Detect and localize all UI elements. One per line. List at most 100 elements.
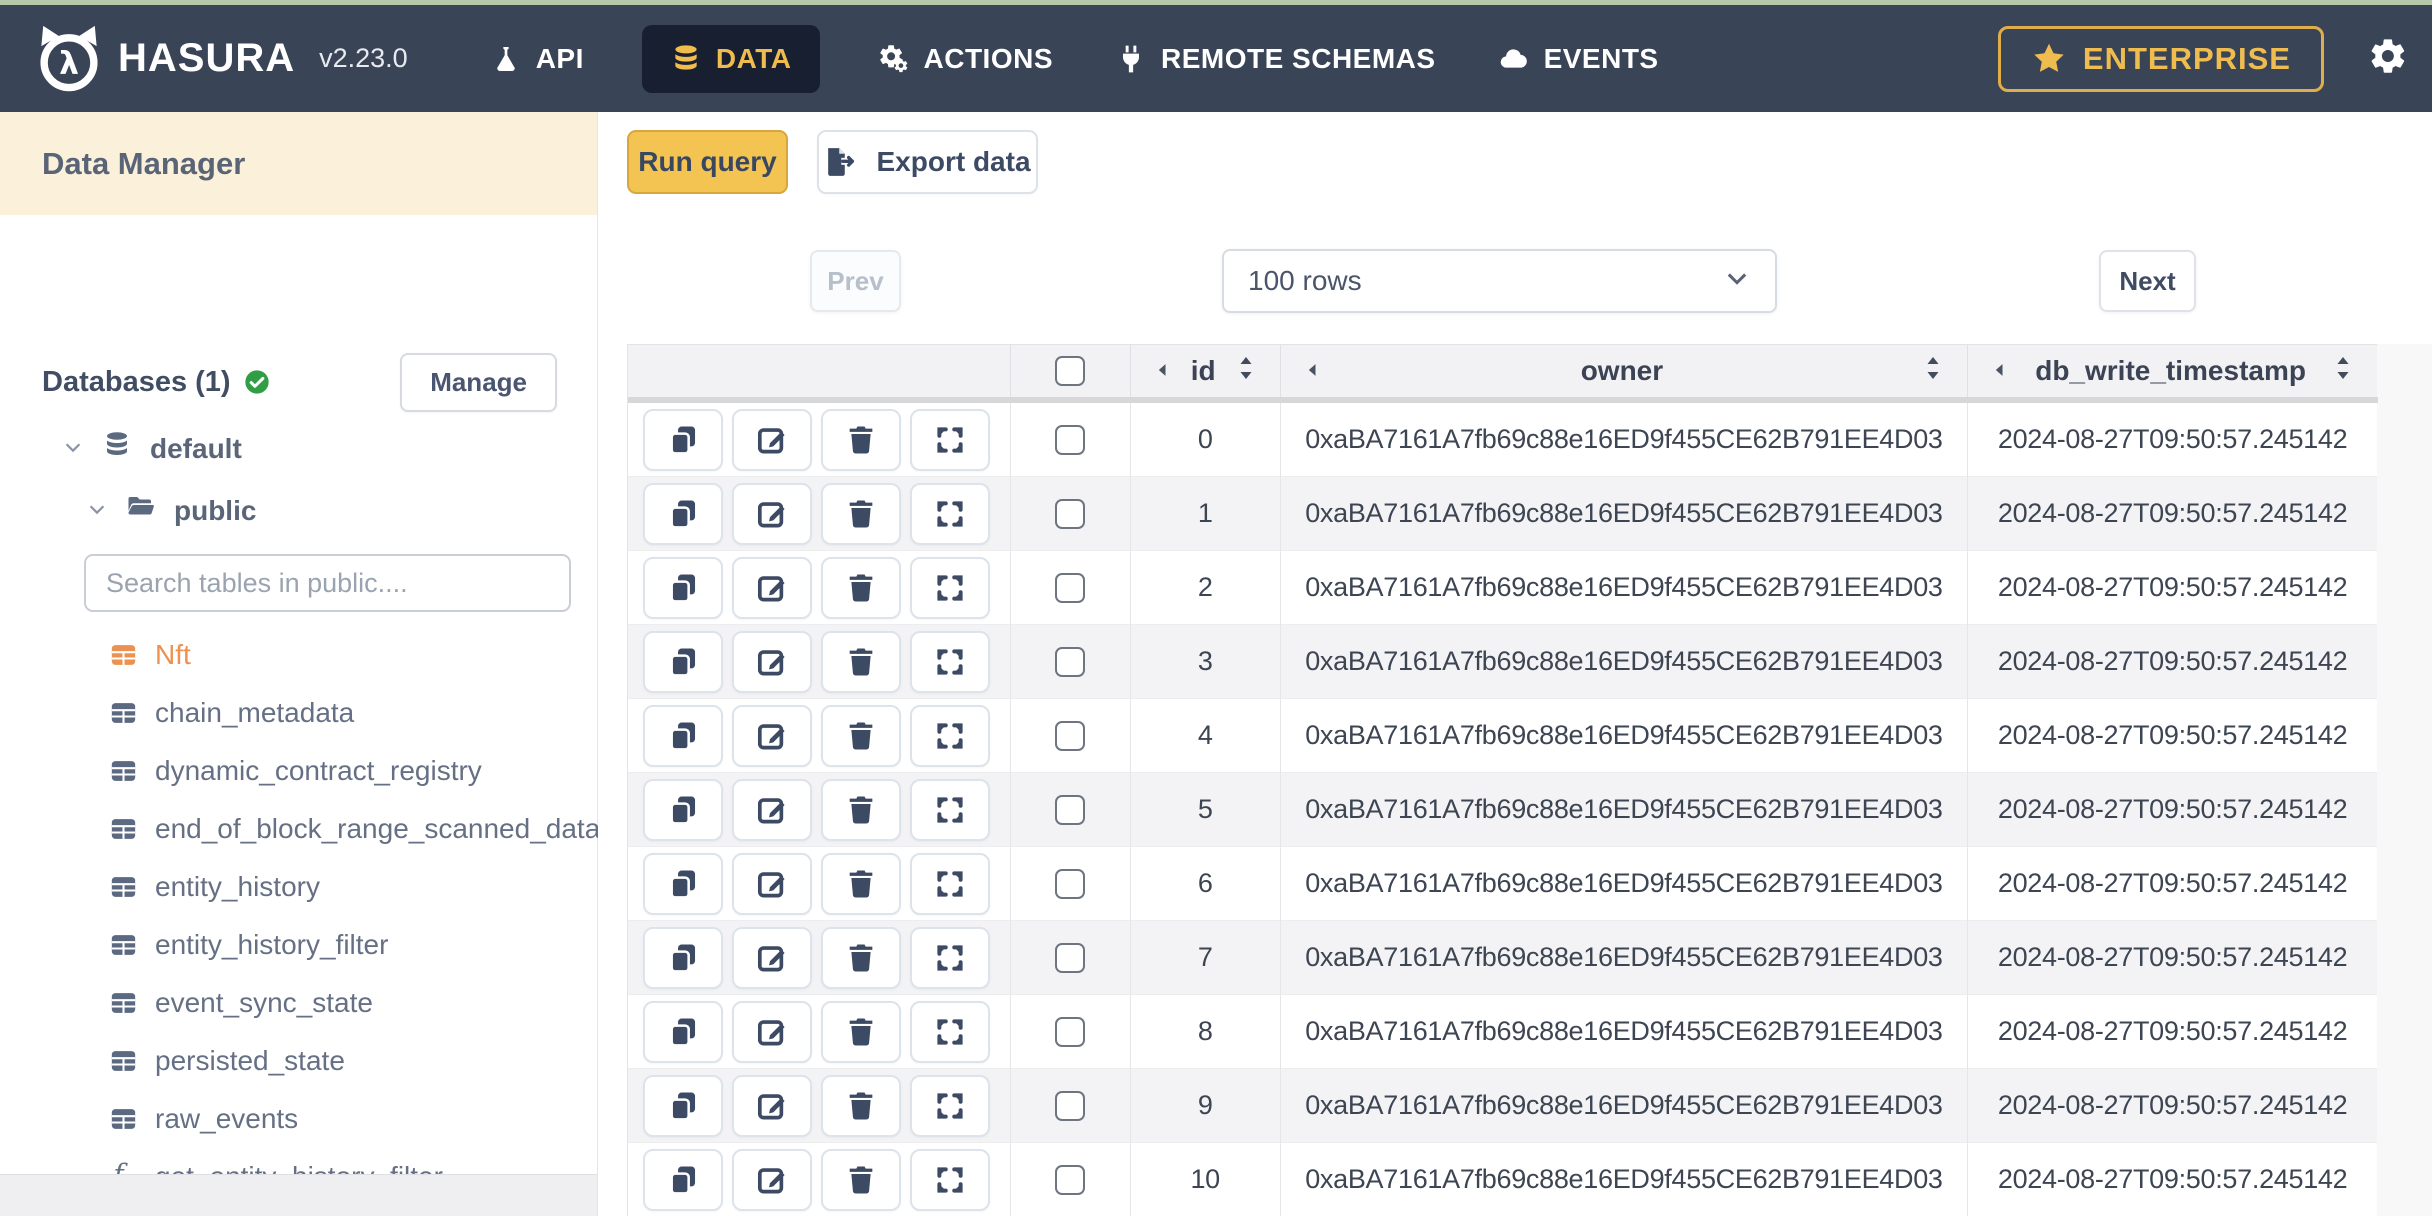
nav-item-remote-schemas[interactable]: REMOTE SCHEMAS (1111, 25, 1440, 93)
delete-row-button[interactable] (821, 556, 901, 619)
expand-row-button[interactable] (910, 778, 990, 841)
sort-icon[interactable] (1921, 355, 1945, 388)
row-checkbox[interactable] (1055, 720, 1086, 751)
nav-item-actions[interactable]: ACTIONS (874, 25, 1058, 93)
clone-row-button[interactable] (643, 704, 723, 767)
select-all-checkbox[interactable] (1055, 356, 1086, 386)
delete-row-button[interactable] (821, 852, 901, 915)
sidebar-table-item[interactable]: ƒx raw_events (108, 1090, 577, 1148)
edit-row-button[interactable] (732, 556, 812, 619)
edit-row-button[interactable] (732, 778, 812, 841)
enterprise-button[interactable]: ENTERPRISE (1997, 25, 2324, 92)
header-id-cell[interactable]: id (1131, 345, 1281, 397)
sort-icon[interactable] (1234, 355, 1258, 388)
column-title[interactable]: owner (1581, 355, 1663, 387)
row-checkbox[interactable] (1055, 498, 1086, 529)
row-checkbox[interactable] (1055, 424, 1086, 455)
expand-row-button[interactable] (910, 1148, 990, 1211)
clone-row-button[interactable] (643, 926, 723, 989)
clone-row-button[interactable] (643, 408, 723, 471)
expand-row-button[interactable] (910, 926, 990, 989)
header-owner-cell[interactable]: owner (1281, 345, 1969, 397)
expand-row-button[interactable] (910, 1074, 990, 1137)
sort-icon[interactable] (2331, 355, 2355, 388)
nav-item-data[interactable]: DATA (641, 24, 820, 93)
edit-row-button[interactable] (732, 630, 812, 693)
row-checkbox[interactable] (1055, 572, 1086, 603)
clone-row-button[interactable] (643, 556, 723, 619)
manage-button[interactable]: Manage (400, 352, 557, 412)
sidebar-table-item[interactable]: ƒx dynamic_contract_registry (108, 742, 577, 800)
column-title[interactable]: id (1191, 355, 1216, 387)
expand-row-button[interactable] (910, 704, 990, 767)
edit-row-button[interactable] (732, 1074, 812, 1137)
expand-icon (937, 796, 963, 823)
expand-row-button[interactable] (910, 482, 990, 545)
delete-row-button[interactable] (821, 1000, 901, 1063)
row-checkbox[interactable] (1055, 868, 1086, 899)
chevron-down-icon[interactable] (62, 433, 84, 465)
edit-row-button[interactable] (732, 482, 812, 545)
row-checkbox[interactable] (1055, 1016, 1086, 1047)
delete-row-button[interactable] (821, 408, 901, 471)
run-query-button[interactable]: Run query (627, 130, 788, 194)
tree-node-schema[interactable]: public (86, 492, 256, 529)
export-data-button[interactable]: Export data (817, 130, 1038, 194)
delete-row-button[interactable] (821, 482, 901, 545)
tree-node-database[interactable]: default (62, 430, 242, 467)
delete-row-button[interactable] (821, 1074, 901, 1137)
collapse-column-icon[interactable] (1153, 355, 1173, 387)
clone-row-button[interactable] (643, 852, 723, 915)
row-checkbox[interactable] (1055, 942, 1086, 973)
next-page-button[interactable]: Next (2099, 250, 2196, 312)
clone-row-button[interactable] (643, 482, 723, 545)
expand-row-button[interactable] (910, 1000, 990, 1063)
clone-row-button[interactable] (643, 1074, 723, 1137)
hasura-brand[interactable]: λ HASURA (34, 22, 295, 96)
sidebar-table-label: dynamic_contract_registry (155, 755, 482, 786)
clone-row-button[interactable] (643, 1000, 723, 1063)
row-checkbox[interactable] (1055, 794, 1086, 825)
row-checkbox[interactable] (1055, 1090, 1086, 1121)
sidebar-table-item[interactable]: ƒx entity_history_filter (108, 916, 577, 974)
clone-row-button[interactable] (643, 778, 723, 841)
row-select-cell (1010, 995, 1131, 1069)
delete-row-button[interactable] (821, 926, 901, 989)
sidebar-table-item[interactable]: ƒx persisted_state (108, 1032, 577, 1090)
rows-per-page-select[interactable]: 100 rows (1222, 249, 1777, 313)
edit-row-button[interactable] (732, 926, 812, 989)
header-timestamp-cell[interactable]: db_write_timestamp (1968, 345, 2377, 397)
edit-row-button[interactable] (732, 704, 812, 767)
edit-row-button[interactable] (732, 408, 812, 471)
sidebar-table-item[interactable]: ƒx entity_history (108, 858, 577, 916)
collapse-column-icon[interactable] (1990, 355, 2010, 387)
row-checkbox[interactable] (1055, 1164, 1086, 1195)
expand-row-button[interactable] (910, 556, 990, 619)
table-search-input[interactable] (106, 567, 549, 599)
sidebar-table-item[interactable]: ƒx chain_metadata (108, 684, 577, 742)
sidebar-table-item[interactable]: ƒx event_sync_state (108, 974, 577, 1032)
cell-db-write-timestamp: 2024-08-27T09:50:57.245142 (1968, 773, 2377, 847)
edit-row-button[interactable] (732, 1148, 812, 1211)
settings-gear-icon[interactable] (2368, 36, 2408, 81)
prev-page-button[interactable]: Prev (810, 250, 901, 312)
delete-row-button[interactable] (821, 1148, 901, 1211)
chevron-down-icon[interactable] (86, 495, 108, 527)
clone-row-button[interactable] (643, 1148, 723, 1211)
edit-row-button[interactable] (732, 852, 812, 915)
nav-item-events[interactable]: EVENTS (1494, 25, 1663, 93)
column-title[interactable]: db_write_timestamp (2035, 355, 2306, 387)
clone-row-button[interactable] (643, 630, 723, 693)
sidebar-table-item[interactable]: ƒx Nft (108, 626, 577, 684)
expand-row-button[interactable] (910, 852, 990, 915)
nav-item-api[interactable]: API (486, 25, 588, 93)
sidebar-table-item[interactable]: ƒx end_of_block_range_scanned_data (108, 800, 600, 858)
delete-row-button[interactable] (821, 778, 901, 841)
delete-row-button[interactable] (821, 630, 901, 693)
row-checkbox[interactable] (1055, 646, 1086, 677)
expand-row-button[interactable] (910, 630, 990, 693)
expand-row-button[interactable] (910, 408, 990, 471)
edit-row-button[interactable] (732, 1000, 812, 1063)
collapse-column-icon[interactable] (1303, 355, 1323, 387)
delete-row-button[interactable] (821, 704, 901, 767)
